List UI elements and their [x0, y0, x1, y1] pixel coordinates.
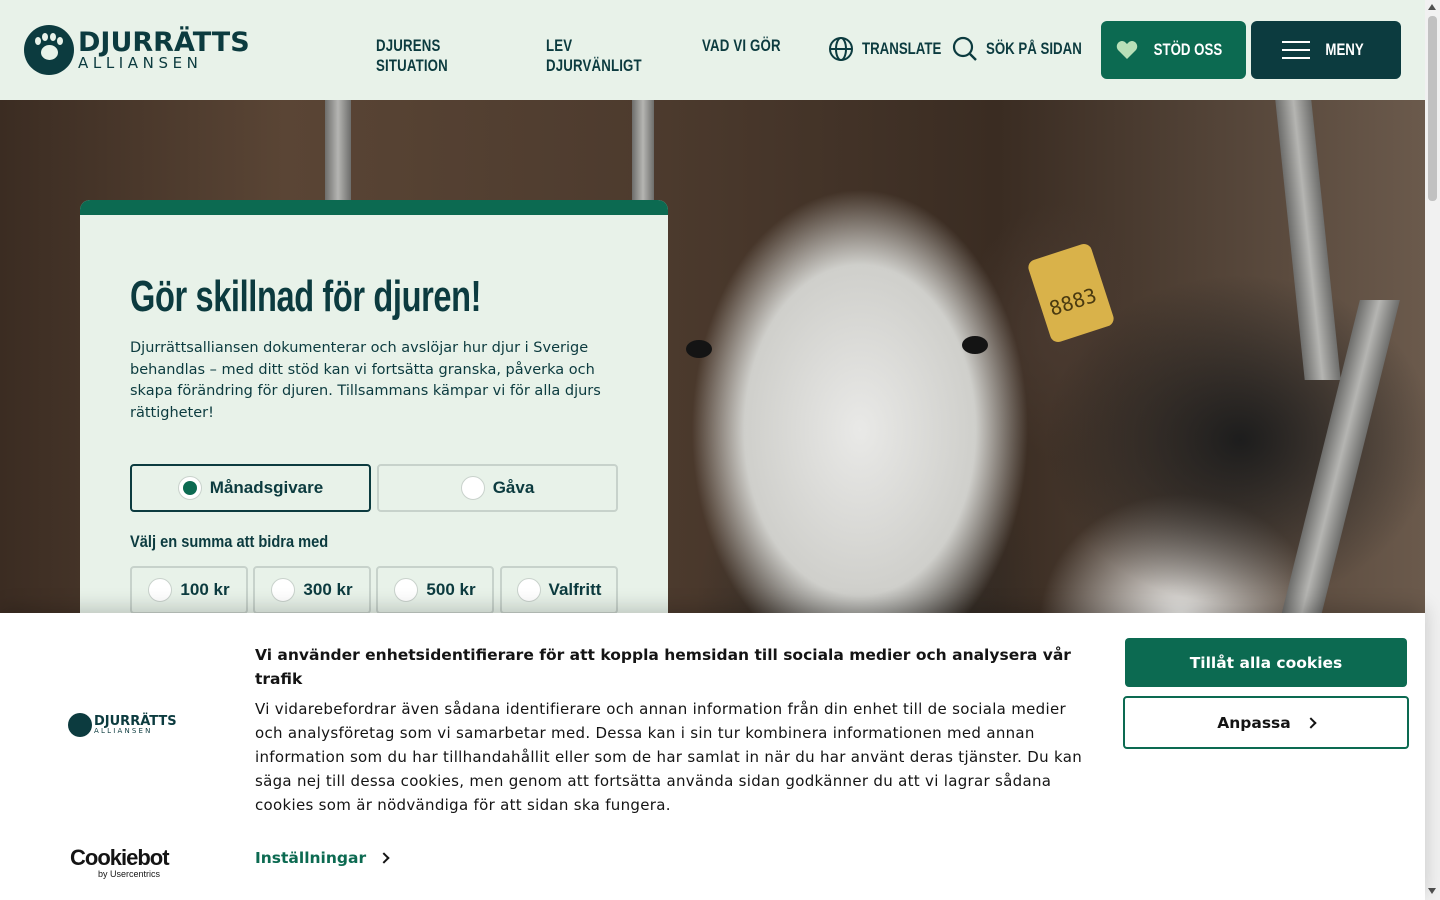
- search-icon: [952, 36, 977, 61]
- donation-type-label: Gåva: [492, 478, 535, 497]
- chevron-right-icon: [378, 852, 390, 864]
- site-header: DJURRÄTTS ALLIANSEN DJURENS SITUATION LE…: [0, 0, 1425, 100]
- radio-icon: [148, 578, 173, 602]
- radio-icon: [516, 578, 541, 602]
- cookie-logo-line2: ALLIANSEN: [94, 727, 153, 735]
- translate-button[interactable]: TRANSLATE: [828, 36, 964, 62]
- cow-eye: [686, 340, 712, 358]
- nav-vad-vi-gor[interactable]: VAD VI GÖR: [702, 36, 781, 76]
- cookiebot-name: Cookiebot: [70, 845, 170, 870]
- customize-label: Anpassa: [1217, 713, 1291, 732]
- donation-description: Djurrättsalliansen dokumenterar och avsl…: [130, 340, 601, 421]
- donation-type-monthly[interactable]: Månadsgivare: [130, 464, 371, 512]
- allow-all-label: Tillåt alla cookies: [1189, 653, 1343, 672]
- radio-icon: [271, 578, 296, 602]
- cow-eye: [962, 336, 988, 354]
- card-accent-bar: [80, 200, 668, 215]
- allow-all-cookies-button[interactable]: Tillåt alla cookies: [1125, 638, 1407, 687]
- scrollbar-thumb[interactable]: [1428, 16, 1437, 201]
- scroll-down-arrow-icon[interactable]: [1428, 888, 1436, 894]
- globe-icon: [829, 37, 853, 61]
- logo-text-line1: DJURRÄTTS: [78, 27, 250, 58]
- site-logo[interactable]: DJURRÄTTS ALLIANSEN: [24, 25, 250, 75]
- heart-icon: [1116, 41, 1137, 59]
- amount-label: Välj en summa att bidra med: [130, 532, 329, 551]
- radio-icon: [460, 476, 485, 500]
- nav-lev-djurvanligt[interactable]: LEV DJURVÄNLIGT: [546, 36, 644, 76]
- support-button[interactable]: STÖD OSS: [1101, 21, 1246, 79]
- amount-option[interactable]: 300 kr: [253, 566, 371, 614]
- support-label: STÖD OSS: [1153, 40, 1222, 59]
- cookie-settings-label: Inställningar: [255, 849, 367, 867]
- paw-logo-icon: [24, 25, 74, 75]
- menu-button[interactable]: MENY: [1251, 21, 1401, 79]
- cookiebot-sub: by Usercentrics: [98, 869, 161, 879]
- donation-card: Gör skillnad för djuren! Djurrättsallian…: [80, 200, 668, 630]
- amount-option-label: 300 kr: [303, 580, 353, 599]
- page-scrollbar[interactable]: [1425, 0, 1440, 900]
- cookie-brand-logo: DJURRÄTTS ALLIANSEN: [68, 713, 177, 737]
- amount-option-label: Valfritt: [548, 580, 602, 599]
- amount-option[interactable]: 500 kr: [376, 566, 494, 614]
- radio-icon: [394, 578, 419, 602]
- stall-bar: [1275, 100, 1341, 380]
- amount-option-label: 100 kr: [180, 580, 230, 599]
- ear-tag-number: 8883: [1046, 282, 1100, 321]
- donation-title: Gör skillnad för djuren!: [130, 272, 482, 321]
- paw-logo-icon: [68, 713, 92, 737]
- cookie-settings-link[interactable]: Inställningar: [255, 849, 390, 867]
- ear-tag: 8883: [1026, 241, 1116, 345]
- cookie-heading: Vi använder enhetsidentifierare för att …: [255, 646, 1071, 688]
- radio-icon: [177, 476, 202, 500]
- amount-option-label: 500 kr: [426, 580, 476, 599]
- nav-djurens-situation[interactable]: DJURENS SITUATION: [376, 36, 485, 76]
- amount-option[interactable]: 100 kr: [130, 566, 248, 614]
- customize-cookies-button[interactable]: Anpassa: [1123, 696, 1409, 749]
- translate-label: TRANSLATE: [862, 39, 942, 58]
- scroll-up-arrow-icon[interactable]: [1428, 4, 1436, 10]
- donation-type-label: Månadsgivare: [209, 478, 324, 497]
- hamburger-icon: [1282, 41, 1311, 59]
- chevron-right-icon: [1305, 716, 1317, 729]
- cookiebot-logo[interactable]: Cookiebot by Usercentrics: [70, 845, 170, 879]
- donation-type-gift[interactable]: Gåva: [377, 464, 618, 512]
- main-nav: DJURENS SITUATION LEV DJURVÄNLIGT VAD VI…: [376, 36, 803, 76]
- search-label: SÖK PÅ SIDAN: [986, 39, 1082, 58]
- menu-label: MENY: [1325, 40, 1365, 59]
- cookie-body: Vi vidarebefordrar även sådana identifie…: [255, 700, 1083, 814]
- search-button[interactable]: SÖK PÅ SIDAN: [952, 36, 1109, 62]
- cookie-banner: DJURRÄTTS ALLIANSEN Cookiebot by Usercen…: [0, 613, 1425, 900]
- logo-text-line2: ALLIANSEN: [78, 54, 203, 72]
- amount-option[interactable]: Valfritt: [500, 566, 618, 614]
